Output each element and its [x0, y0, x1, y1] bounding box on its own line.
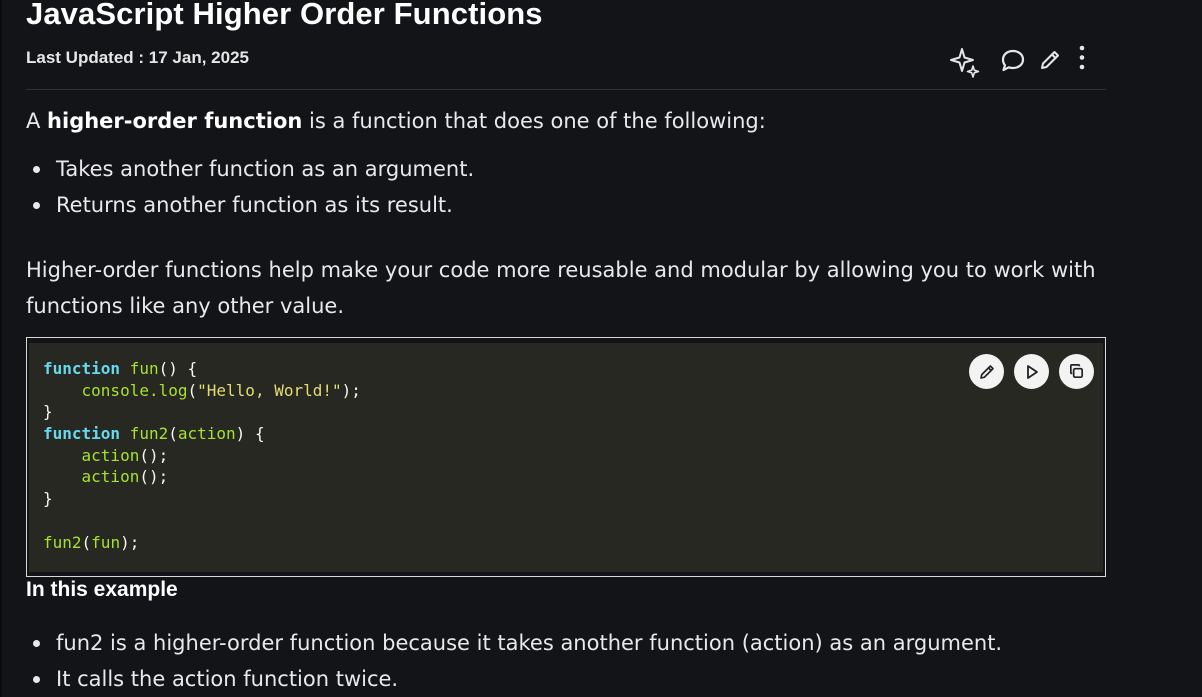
edit-icon	[979, 364, 994, 379]
code-block: function fun() { console.log("Hello, Wor…	[26, 337, 1106, 577]
code-token: fun	[91, 532, 121, 552]
title-divider	[26, 89, 1106, 90]
code-token: fun2	[129, 424, 169, 444]
code-token: ();	[139, 467, 169, 487]
intro-prefix: A	[26, 109, 48, 133]
copy-code-button[interactable]	[1059, 354, 1094, 389]
code-token: "Hello, World!"	[197, 380, 342, 400]
example-heading: In this example	[26, 578, 178, 601]
list-item: Returns another function as its result.	[26, 187, 474, 223]
code-toolbar	[969, 354, 1095, 390]
code-editor: function fun() { console.log("Hello, Wor…	[29, 343, 1103, 572]
code-token: ();	[139, 445, 169, 465]
code-token: action	[81, 445, 140, 465]
intro-paragraph: A higher-order function is a function th…	[26, 103, 766, 139]
edit-icon[interactable]	[1038, 48, 1062, 72]
run-code-button[interactable]	[1014, 354, 1049, 389]
page-title: JavaScript Higher Order Functions	[26, 0, 543, 31]
code-token: () {	[158, 359, 198, 378]
code-token: );	[120, 532, 140, 552]
code-token: ) {	[235, 424, 265, 444]
code-token: action	[177, 424, 236, 444]
code-token: fun2	[43, 532, 82, 552]
code-token: }	[43, 402, 53, 422]
code-token: );	[341, 380, 361, 400]
last-updated: Last Updated : 17 Jan, 2025	[26, 48, 249, 67]
intro-bold-term: higher-order function	[47, 109, 303, 133]
article-page: JavaScript Higher Order Functions Last U…	[0, 0, 1202, 697]
code-token: (	[168, 424, 178, 444]
body-paragraph: Higher-order functions help make your co…	[26, 258, 1096, 318]
list-item: Takes another function as an argument.	[26, 151, 474, 187]
more-icon[interactable]	[1076, 44, 1088, 72]
code-token: fun	[129, 359, 159, 378]
intro-bullet-list: Takes another function as an argument. R…	[26, 151, 474, 223]
code-token: action	[81, 467, 140, 487]
example-bullet-list: fun2 is a higher-order function because …	[26, 625, 1002, 697]
edit-code-button[interactable]	[969, 354, 1004, 389]
comment-icon[interactable]	[1000, 48, 1026, 74]
article-actions	[948, 44, 1108, 78]
list-item: It calls the action function twice.	[26, 661, 1002, 697]
code-token: console.log	[81, 380, 188, 400]
code-token: (	[81, 532, 92, 552]
list-item: fun2 is a higher-order function because …	[26, 625, 1002, 661]
code-token: (	[187, 380, 198, 400]
ai-sparkle-icon[interactable]	[948, 47, 982, 79]
run-icon	[1026, 364, 1038, 379]
left-rail	[0, 0, 2, 697]
code-text: function fun() { console.log("Hello, Wor…	[43, 358, 361, 553]
code-token: function	[43, 424, 121, 444]
code-token: function	[43, 359, 121, 378]
intro-suffix: is a function that does one of the follo…	[302, 109, 766, 133]
copy-icon	[1069, 364, 1084, 379]
code-token: }	[43, 489, 53, 509]
